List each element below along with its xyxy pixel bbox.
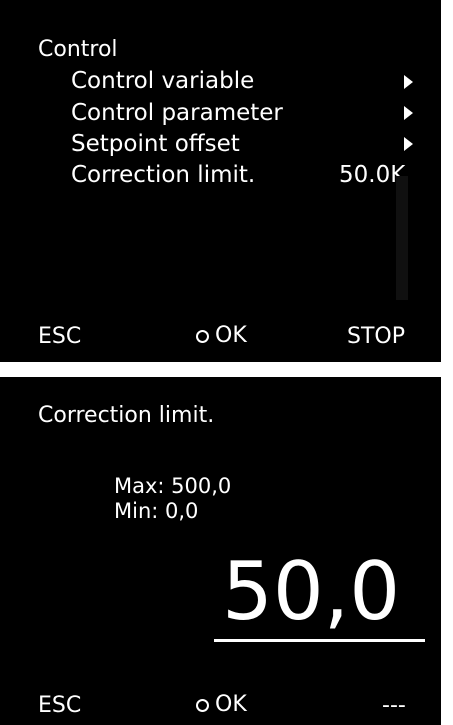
- value-input[interactable]: 50,0: [222, 552, 400, 632]
- right-softkey[interactable]: ---: [382, 695, 406, 717]
- control-menu-screen: Control Control variable Control paramet…: [0, 0, 441, 362]
- menu-title: Control: [38, 37, 118, 62]
- menu-item-label: Correction limit.: [71, 162, 256, 188]
- menu-item-label: Setpoint offset: [71, 131, 240, 157]
- ok-label: OK: [215, 323, 247, 348]
- ok-softkey[interactable]: OK: [196, 694, 247, 716]
- menu-item-label: Control variable: [71, 68, 255, 94]
- ok-softkey[interactable]: OK: [196, 325, 247, 347]
- chevron-right-icon: [404, 137, 413, 151]
- value-underline: [214, 639, 425, 642]
- esc-softkey[interactable]: ESC: [38, 326, 81, 348]
- scroll-indicator: [396, 176, 408, 300]
- edit-title: Correction limit.: [38, 403, 215, 428]
- chevron-right-icon: [404, 106, 413, 120]
- max-limit-label: Max: 500,0: [114, 474, 232, 498]
- circle-icon: [196, 698, 209, 712]
- esc-softkey[interactable]: ESC: [38, 695, 81, 717]
- stop-softkey[interactable]: STOP: [347, 326, 405, 348]
- chevron-right-icon: [404, 75, 413, 89]
- min-limit-label: Min: 0,0: [114, 499, 199, 523]
- value-edit-screen: Correction limit. Max: 500,0 Min: 0,0 50…: [0, 377, 441, 725]
- ok-label: OK: [215, 692, 247, 717]
- circle-icon: [196, 329, 209, 343]
- menu-item-label: Control parameter: [71, 100, 283, 126]
